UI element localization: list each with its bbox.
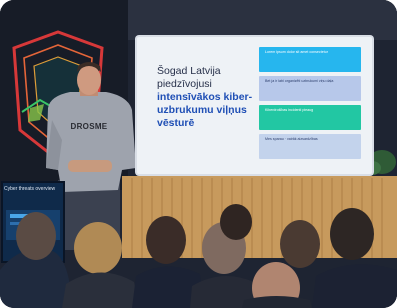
slide-title-plain: Šogad Latvija piedzīvojusi — [157, 65, 221, 90]
monitor-text: Cyber threats overview — [4, 186, 56, 192]
slide-box-2: Bet ja ir labi organizēti uzbrukumi viņu… — [259, 76, 361, 101]
slide-box-1: Lorem ipsum dolor sit amet consectetur — [259, 47, 361, 72]
slide-box-4: Mes sparau · vairāk aizsardzības — [259, 134, 361, 159]
photo-frame: Šogad Latvija piedzīvojusi intensīvākos … — [0, 0, 397, 308]
slide-box-3: Kiberdrošības incidenti pieaug — [259, 105, 361, 130]
slide-boxes: Lorem ipsum dolor sit amet consectetur B… — [259, 47, 361, 163]
presentation-slide: Šogad Latvija piedzīvojusi intensīvākos … — [137, 37, 372, 174]
slide-title-highlight: intensīvākos kiber-uzbrukumu viļņus vēst… — [157, 91, 253, 129]
slide-title: Šogad Latvija piedzīvojusi intensīvākos … — [157, 65, 265, 130]
shirt-logo: DROSME — [70, 122, 108, 131]
